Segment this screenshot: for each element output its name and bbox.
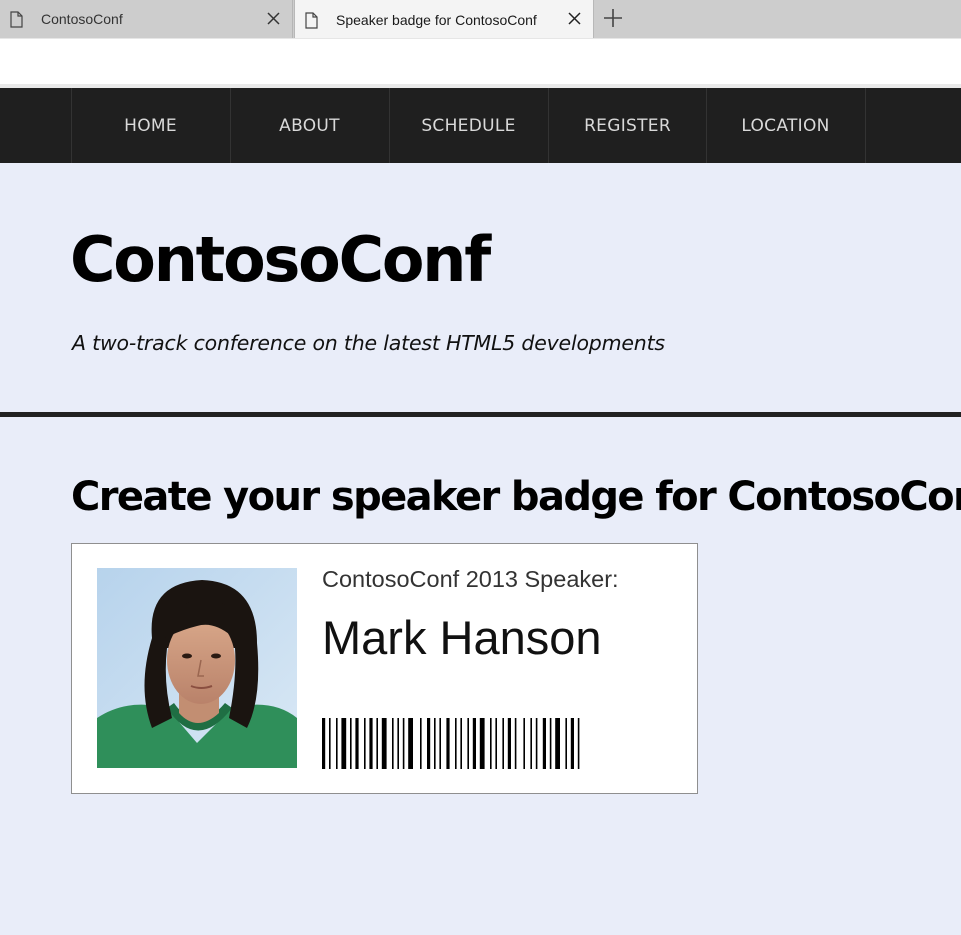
barcode-bar xyxy=(542,718,546,769)
document-icon xyxy=(10,10,23,28)
nav-schedule[interactable]: SCHEDULE xyxy=(389,88,547,163)
nav-divider xyxy=(865,88,866,163)
address-bar-area[interactable] xyxy=(0,38,961,85)
nav-about[interactable]: ABOUT xyxy=(230,88,388,163)
header-divider xyxy=(0,412,961,417)
site-navigation: HOME ABOUT SCHEDULE REGISTER LOCATION xyxy=(0,88,961,163)
barcode-bar xyxy=(322,718,326,769)
close-icon[interactable] xyxy=(567,11,582,26)
barcode-bar xyxy=(408,718,413,769)
barcode-bar xyxy=(392,718,394,769)
barcode-bar xyxy=(369,718,373,769)
barcode-bar xyxy=(336,718,338,769)
speaker-badge: ContosoConf 2013 Speaker: Mark Hanson xyxy=(71,543,698,794)
barcode-bar xyxy=(535,718,538,769)
barcode-bar xyxy=(364,718,366,769)
site-title: ContosoConf xyxy=(70,223,491,296)
nav-home[interactable]: HOME xyxy=(71,88,229,163)
close-icon[interactable] xyxy=(266,11,281,26)
barcode-bar xyxy=(472,718,476,769)
browser-tab-strip: ContosoConf Speaker badge for ContosoCon… xyxy=(0,0,961,40)
barcode-bar xyxy=(427,718,431,769)
barcode-bar xyxy=(479,718,485,769)
browser-tab-1[interactable]: ContosoConf xyxy=(0,0,293,38)
barcode-bar xyxy=(549,718,552,769)
barcode-bar xyxy=(507,718,511,769)
barcode-bar xyxy=(502,718,504,769)
barcode-bar xyxy=(577,718,580,769)
barcode-bar xyxy=(397,718,399,769)
browser-tab-2[interactable]: Speaker badge for ContosoConf xyxy=(294,0,594,40)
page-heading: Create your speaker badge for ContosoCon… xyxy=(71,474,961,520)
badge-label: ContosoConf 2013 Speaker: xyxy=(322,566,619,592)
barcode-bar xyxy=(570,718,574,769)
barcode xyxy=(322,718,580,769)
barcode-bar xyxy=(381,718,387,769)
barcode-bar xyxy=(523,718,525,769)
barcode-bar xyxy=(355,718,359,769)
barcode-bar xyxy=(376,718,378,769)
barcode-bar xyxy=(439,718,441,769)
barcode-bar xyxy=(565,718,567,769)
barcode-bar xyxy=(495,718,497,769)
barcode-bar xyxy=(555,718,560,769)
nav-register[interactable]: REGISTER xyxy=(548,88,706,163)
barcode-bar xyxy=(490,718,492,769)
barcode-bar xyxy=(341,718,347,769)
barcode-bar xyxy=(530,718,532,769)
barcode-bar xyxy=(329,718,331,769)
site-tagline: A two-track conference on the latest HTM… xyxy=(72,331,665,355)
tab-title: ContosoConf xyxy=(41,11,123,27)
barcode-bar xyxy=(350,718,352,769)
document-icon xyxy=(305,11,318,29)
barcode-bar xyxy=(434,718,436,769)
barcode-bar xyxy=(460,718,462,769)
barcode-bar xyxy=(455,718,457,769)
tab-title: Speaker badge for ContosoConf xyxy=(336,12,537,28)
speaker-photo xyxy=(97,568,297,768)
barcode-bar xyxy=(467,718,469,769)
barcode-bar xyxy=(446,718,450,769)
barcode-bar xyxy=(420,718,422,769)
nav-location[interactable]: LOCATION xyxy=(706,88,864,163)
barcode-bar xyxy=(514,718,517,769)
new-tab-icon[interactable] xyxy=(603,8,623,28)
speaker-name: Mark Hanson xyxy=(322,611,602,664)
barcode-bar xyxy=(402,718,405,769)
